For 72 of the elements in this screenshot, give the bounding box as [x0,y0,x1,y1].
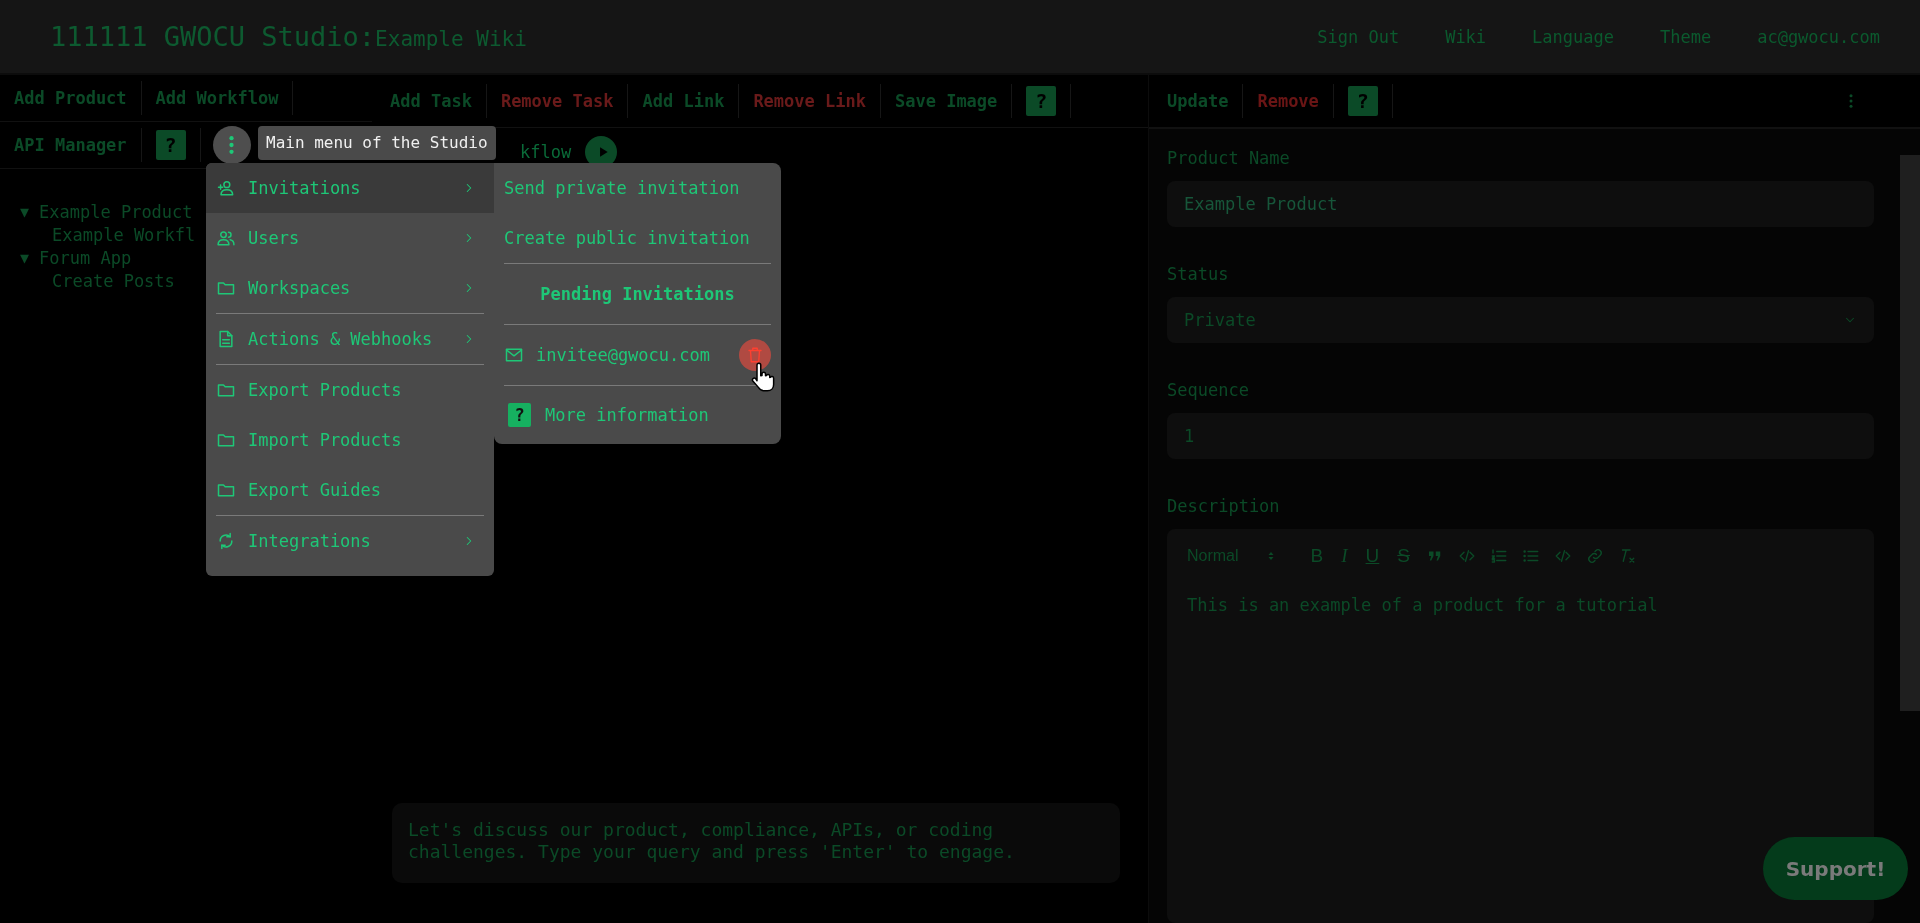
header-link[interactable]: Theme [1660,26,1712,47]
select-field[interactable]: Private [1167,297,1874,343]
toolbar-button[interactable]: Save Image [880,84,1013,118]
toolbar-button[interactable]: Add Task [376,84,487,118]
tree-item[interactable]: Create Posts [52,270,175,293]
menu-item[interactable]: Invitations [206,163,494,213]
menu-item[interactable]: Users [206,213,494,263]
field-label: Product Name [1167,147,1291,169]
invite-email: invitee@gwocu.com [536,345,710,365]
menu-item[interactable]: Send private invitation [494,163,781,213]
toolbar-button[interactable]: Remove Link [739,84,881,118]
help-link[interactable]: More information [545,405,709,425]
tree-item[interactable]: Example Product [39,201,193,224]
menu-button[interactable] [212,126,251,164]
bullet-list-icon[interactable] [1522,547,1540,565]
header-link[interactable]: Language [1532,26,1614,47]
menu-item[interactable]: Integrations [206,516,494,566]
delete-button[interactable] [739,339,771,371]
document-icon [216,329,236,349]
toolbar-button[interactable]: Add Product [0,81,142,115]
expand-caret[interactable]: ▼ [20,247,30,270]
submenu-heading: Pending Invitations [539,283,736,306]
trash-icon [746,346,764,364]
help-button[interactable]: ? [1026,86,1057,116]
help-button[interactable]: ? [508,403,531,427]
toolbar-button[interactable]: Remove Task [486,84,629,118]
chat-input[interactable]: Let's discuss our product, compliance, APIs, or coding challenges. Type your query and press 'Enter' to engage. [392,803,1120,883]
input-field[interactable]: 1 [1167,413,1874,459]
workflow-title: kflow [520,142,572,162]
code-icon[interactable] [1458,547,1476,565]
envelope-icon [504,345,524,365]
menu-item[interactable]: Actions & Webhooks [206,314,494,364]
code-icon[interactable] [1554,547,1572,565]
menu-item[interactable]: Create public invitation [494,213,781,263]
tree-item[interactable]: Forum App [39,247,132,270]
menu-item[interactable]: Import Products [206,415,494,465]
expand-caret[interactable]: ▼ [20,201,30,224]
toolbar-button[interactable]: Update [1153,84,1244,118]
editor-text: This is an example of a product for a tutorial [1187,595,1659,615]
header-link[interactable]: ac@gwocu.com [1757,26,1880,47]
menu-item[interactable]: Export Guides [206,465,494,515]
wiki-name: Example Wiki [375,27,527,51]
field-label: Status [1167,263,1230,285]
link-icon[interactable] [1586,547,1604,565]
format-dropdown[interactable]: Normal [1187,547,1277,565]
underline-button[interactable]: U [1363,545,1382,567]
field-label: Sequence [1167,379,1250,401]
toolbar-button[interactable]: Add Link [628,84,740,118]
field-label: Description [1167,495,1281,517]
italic-button[interactable]: I [1339,545,1350,567]
user-add-icon [216,178,236,198]
tree-item[interactable]: Example Workfl [52,224,196,247]
help-button[interactable]: ? [1347,86,1378,116]
toolbar-button[interactable]: Add Workflow [141,81,294,115]
sync-icon [216,531,236,551]
input-field[interactable]: Example Product [1167,181,1874,227]
kebab-icon [229,136,235,154]
header-link[interactable]: Sign Out [1317,26,1400,47]
numbered-list-icon[interactable] [1490,547,1508,565]
strike-button[interactable]: S [1395,545,1412,567]
app-title: 111111 GWOCU Studio: [50,21,376,52]
users-icon [216,228,236,248]
support-button[interactable]: Support! [1763,837,1908,900]
tooltip: Main menu of the Studio [258,126,496,160]
menu-item[interactable]: Workspaces [206,263,494,313]
toolbar-button[interactable]: API Manager [0,128,142,162]
menu-item[interactable]: Export Products [206,365,494,415]
help-button[interactable]: ? [155,130,186,160]
header-link[interactable]: Wiki [1445,26,1487,47]
scrollbar-thumb[interactable] [1900,155,1920,711]
bold-button[interactable]: B [1308,545,1326,567]
toolbar-button[interactable]: Remove [1243,84,1334,118]
